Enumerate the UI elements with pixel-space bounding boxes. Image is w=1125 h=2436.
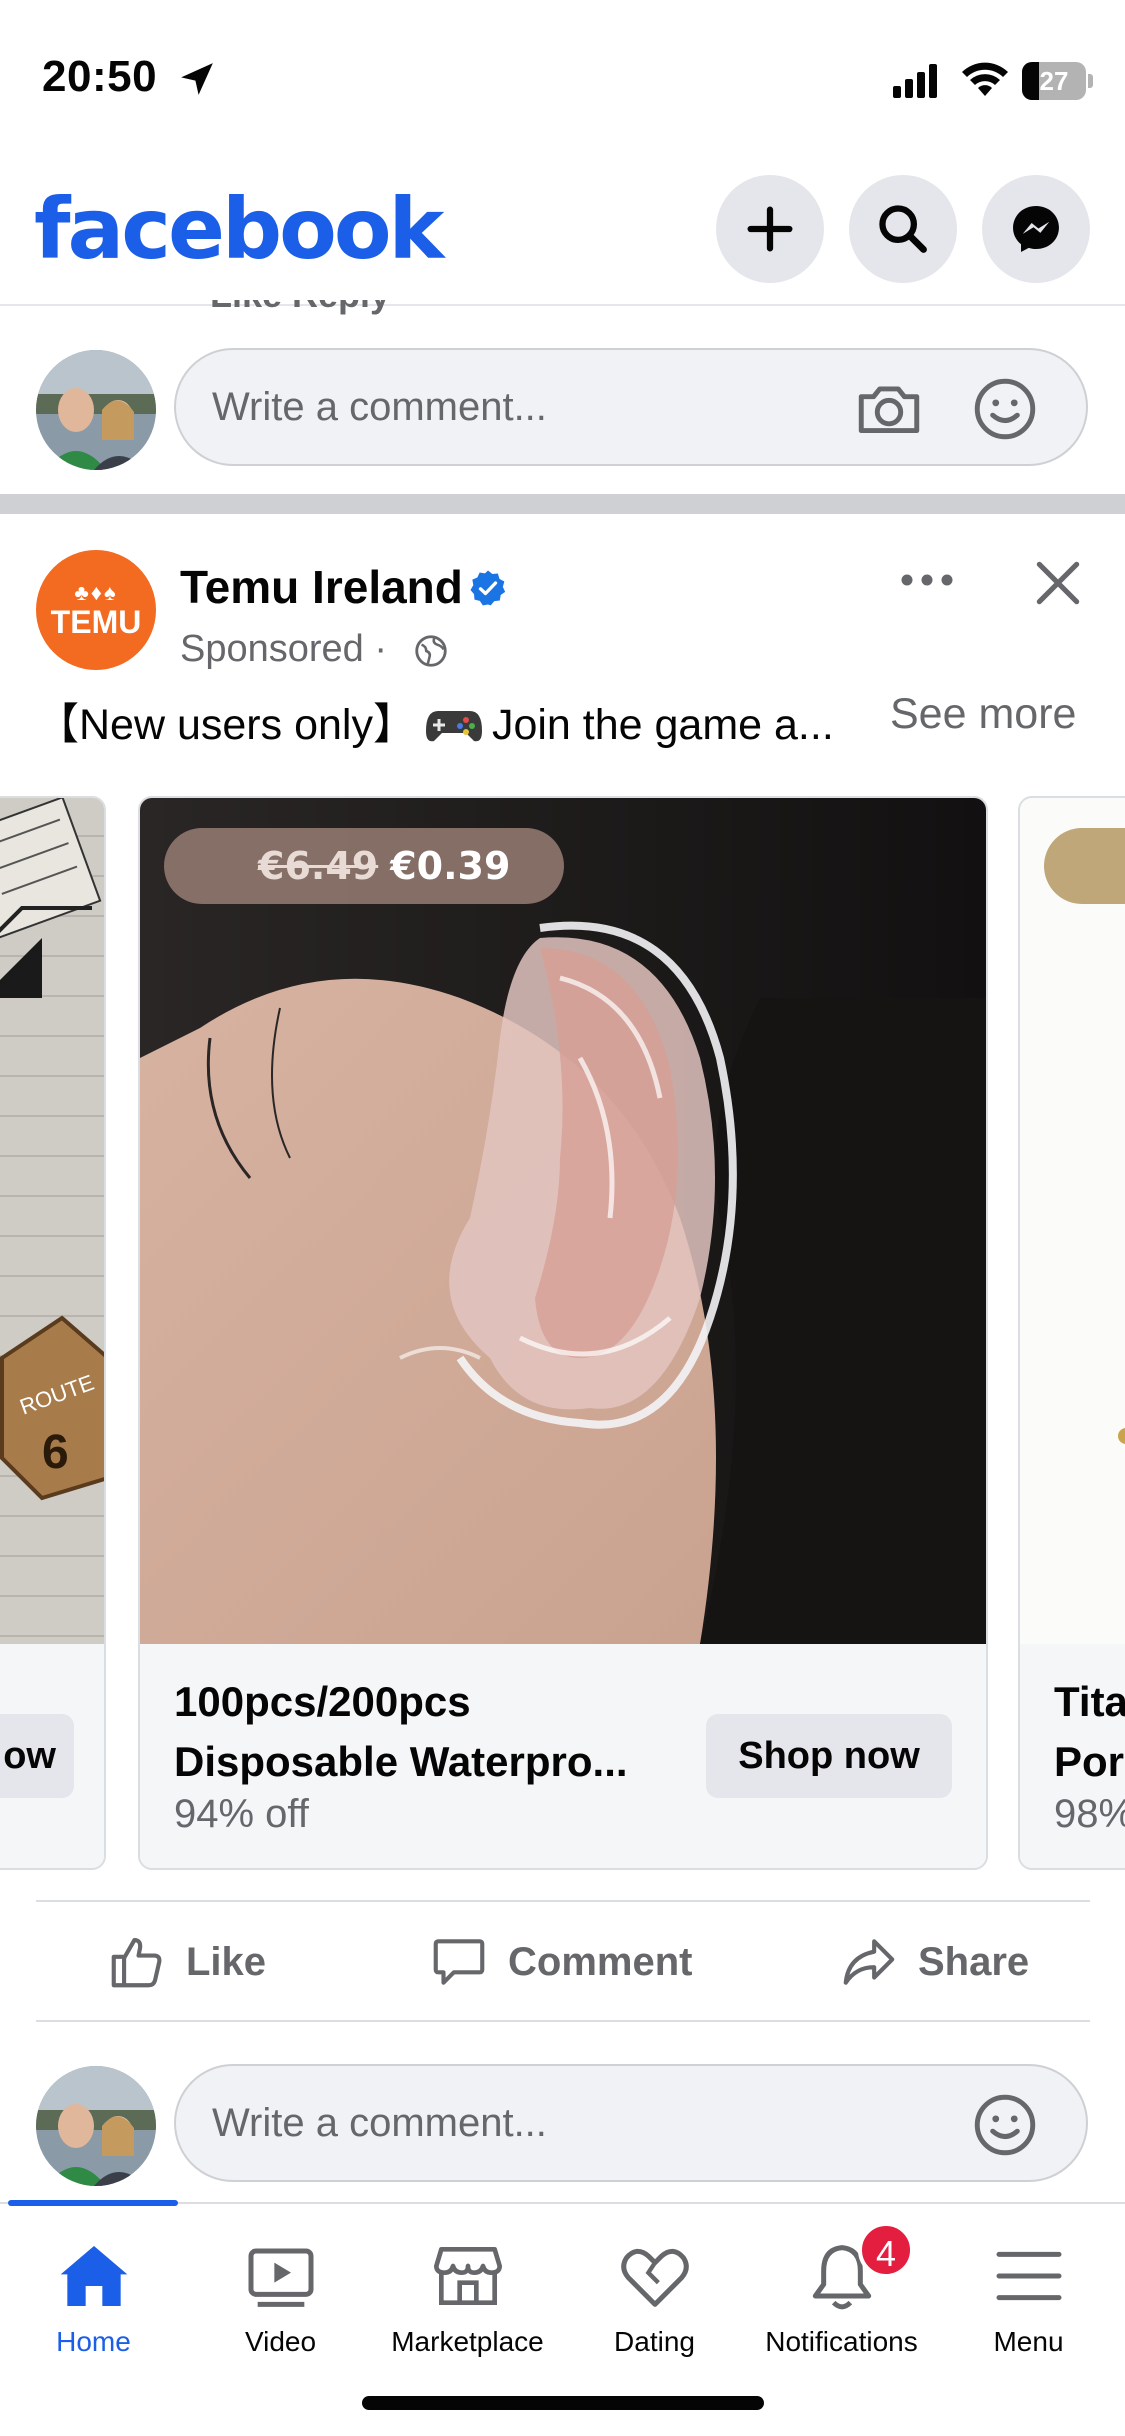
product-discount-right: 98% [1054,1792,1125,1836]
cellular-signal-icon [893,64,937,98]
product-image: €6.49 €0.39 [140,798,986,1644]
carousel-card-left[interactable]: ROUTE 6 ow [0,796,106,1870]
carousel-card-right[interactable]: Tita Por 98% [1018,796,1125,1870]
tab-dating-label: Dating [614,2326,695,2357]
battery-level-text: 27 [1039,66,1069,96]
product-title-line-1: 100pcs/200pcs [174,1678,471,1725]
tab-notifications-label: Notifications [765,2326,918,2357]
avatar[interactable] [36,2066,156,2186]
tab-marketplace[interactable]: Marketplace [374,2204,561,2357]
avatar[interactable] [36,350,156,470]
home-icon [60,2246,127,2306]
card-info: 100pcs/200pcs Disposable Waterpro... 94%… [140,1644,986,1868]
actions-divider-bottom [36,2020,1090,2022]
comment-input[interactable]: Write a comment... [174,348,1088,466]
product-title: 100pcs/200pcs Disposable Waterpro... [174,1672,694,1792]
product-image-left: ROUTE 6 [0,798,104,1644]
price-badge-right [1044,828,1125,904]
tab-home-label: Home [56,2326,131,2357]
product-title-right-line-1: Tita [1054,1678,1125,1725]
price-badge: €6.49 €0.39 [164,828,564,904]
post-separator [0,494,1125,514]
messenger-icon [1013,206,1059,252]
battery-icon: 27 [1022,62,1093,100]
shop-now-button-left[interactable]: ow [0,1714,74,1798]
more-options-icon[interactable] [895,560,959,600]
post-comment-row: Write a comment... [0,2062,1125,2186]
create-button[interactable] [716,175,824,283]
messenger-button[interactable] [982,175,1090,283]
temu-logo-wordmark: TEMU [50,604,142,640]
marketplace-icon [433,2247,502,2305]
new-price: €0.39 [390,844,511,888]
comment-placeholder: Write a comment... [212,385,547,429]
temu-logo-icon: ♣♦♠ [74,580,118,605]
product-detail-right [1118,1428,1125,1444]
comment-label: Comment [508,1939,693,1984]
status-bar: 20:50 27 [0,0,1125,150]
card-info-right: Tita Por 98% [1020,1644,1125,1868]
comment-input[interactable]: Write a comment... [174,2064,1088,2182]
comment-icon [433,1939,485,1985]
close-icon[interactable] [1030,555,1086,611]
tab-menu-label: Menu [993,2326,1064,2357]
product-image-right [1020,798,1125,1644]
like-label: Like [186,1939,267,1984]
emoji-icon[interactable] [968,372,1042,446]
share-button[interactable]: Share [838,1926,1029,1998]
product-title-right: Tita Por [1054,1672,1125,1792]
temu-page-avatar[interactable]: ♣♦♠ TEMU [36,550,156,670]
search-button[interactable] [849,175,957,283]
page-name[interactable]: Temu Ireland [180,560,463,614]
dating-heart-icon [620,2248,689,2307]
wifi-icon [962,62,1008,96]
tab-marketplace-label: Marketplace [391,2326,544,2357]
emoji-icon[interactable] [968,2088,1042,2162]
like-button[interactable]: Like [106,1926,266,1998]
status-time: 20:50 [42,52,158,101]
notification-badge: 4 [858,2222,914,2278]
share-label: Share [918,1939,1030,1984]
like-icon [111,1937,162,1988]
old-price: €6.49 [258,844,379,888]
carousel-card[interactable]: €6.49 €0.39 100pcs/200pcs Disposable Wat… [138,796,988,1870]
tab-video-label: Video [244,2326,317,2357]
tab-home[interactable]: Home [0,2204,187,2357]
location-arrow-icon [181,63,213,95]
tab-video[interactable]: Video [187,2204,374,2357]
tab-dating[interactable]: Dating [561,2204,748,2357]
verified-badge-icon [470,570,506,606]
globe-icon [415,635,447,667]
share-icon [843,1939,895,1985]
product-title-right-line-2: Por [1054,1738,1125,1785]
game-controller-icon [425,711,482,742]
facebook-logo[interactable]: facebook [34,180,444,278]
post-text-rest: Join the game a... [491,701,834,749]
search-icon [879,205,927,253]
comment-placeholder: Write a comment... [212,2101,547,2145]
tab-menu[interactable]: Menu [935,2204,1122,2357]
product-discount: 94% off [174,1792,309,1836]
menu-icon [996,2251,1061,2301]
comment-button[interactable]: Comment [428,1926,692,1998]
plus-icon [747,206,793,252]
comment-row: Write a comment... [0,346,1125,470]
post-text-start: 【New users only】 [36,701,416,749]
video-icon [248,2248,313,2307]
app-header: facebook [0,150,1125,306]
actions-divider-top [36,1900,1090,1902]
tab-notifications[interactable]: 4 Notifications [748,2204,935,2357]
shop-now-button[interactable]: Shop now [706,1714,952,1798]
see-more-link[interactable]: See more [890,690,1076,739]
sponsored-label: Sponsored · [180,628,388,670]
product-title-line-2: Disposable Waterpro... [174,1738,628,1785]
home-indicator [362,2396,764,2410]
camera-icon[interactable] [852,372,926,446]
svg-text:6: 6 [42,1426,69,1479]
card-info-left: ow [0,1644,104,1868]
post-text: 【New users only】 Join the game a... [36,690,834,752]
